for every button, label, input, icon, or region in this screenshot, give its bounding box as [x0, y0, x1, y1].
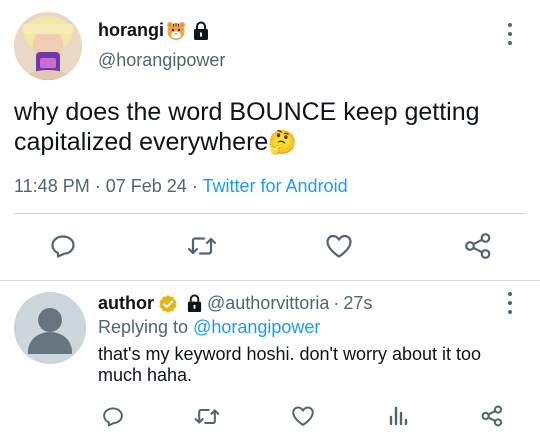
meta-separator: ·: [94, 176, 101, 196]
tweet-text-body: why does the word BOUNCE keep getting ca…: [14, 98, 480, 156]
replying-prefix: Replying to: [98, 317, 189, 337]
share-icon: [465, 233, 491, 259]
avatar[interactable]: [14, 292, 86, 364]
retweet-button[interactable]: [186, 232, 218, 260]
reply-button[interactable]: [100, 404, 126, 428]
display-name[interactable]: horangi: [98, 20, 210, 41]
like-icon: [326, 234, 352, 258]
tweet-date: 07 Feb 24: [105, 176, 187, 196]
more-icon[interactable]: [507, 292, 513, 314]
avatar[interactable]: [14, 12, 82, 80]
reply-text: that's my keyword hoshi. don't worry abo…: [98, 344, 482, 385]
replying-mention[interactable]: @horangipower: [193, 317, 320, 337]
like-button[interactable]: [324, 232, 354, 260]
handle[interactable]: @authorvittoria: [207, 293, 329, 314]
divider: [0, 280, 540, 281]
display-name[interactable]: author: [98, 293, 154, 314]
divider: [14, 213, 526, 214]
verified-badge-icon: [158, 294, 178, 314]
reply-button[interactable]: [48, 232, 78, 260]
meta-separator: ·: [191, 176, 198, 196]
tweet-meta: 11:48 PM · 07 Feb 24 · Twitter for Andro…: [14, 176, 348, 197]
retweet-icon: [194, 408, 220, 424]
retweet-icon: [187, 237, 217, 255]
tweet-source[interactable]: Twitter for Android: [203, 176, 348, 196]
share-icon: [481, 405, 503, 427]
like-icon: [292, 406, 314, 426]
tweet-time: 11:48 PM: [14, 176, 90, 196]
retweet-button[interactable]: [193, 404, 221, 428]
handle[interactable]: @horangipower: [98, 50, 225, 71]
lock-icon: [192, 21, 210, 41]
reply-icon: [103, 406, 123, 426]
share-button[interactable]: [479, 403, 505, 429]
meta-separator: ·: [333, 293, 340, 313]
more-icon[interactable]: [507, 23, 513, 45]
analytics-button[interactable]: [385, 403, 411, 429]
thinking-emoji: 🤔: [268, 129, 297, 155]
reply-time[interactable]: 27s: [343, 293, 372, 314]
share-button[interactable]: [462, 230, 494, 262]
replying-to: Replying to @horangipower: [98, 317, 320, 338]
tweet-text: why does the word BOUNCE keep getting ca…: [14, 97, 524, 157]
reply-header: author @authorvittoria · 27s: [98, 293, 372, 314]
tiger-emoji: [166, 21, 186, 41]
reply-icon: [51, 235, 75, 258]
analytics-icon: [389, 406, 408, 426]
like-button[interactable]: [290, 404, 316, 428]
display-name-text[interactable]: horangi: [98, 20, 164, 41]
lock-icon: [186, 294, 203, 313]
